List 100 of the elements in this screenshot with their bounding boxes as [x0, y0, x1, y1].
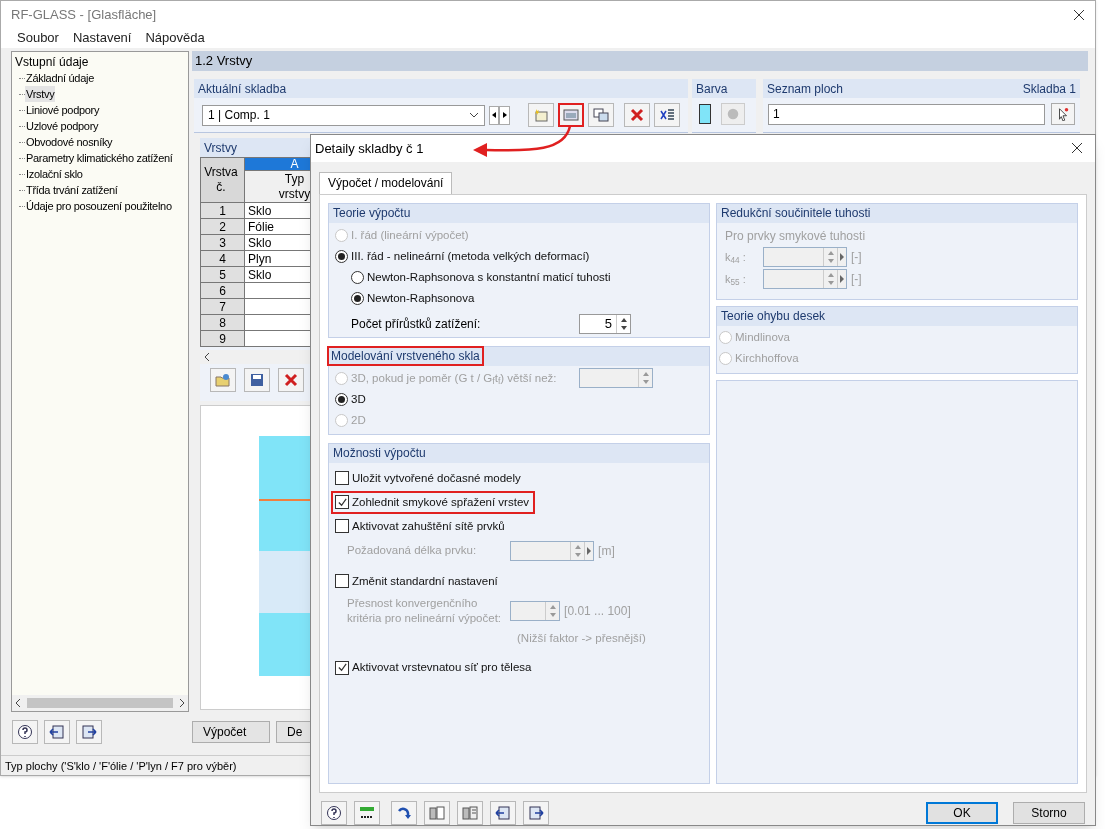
import-button[interactable]	[424, 801, 450, 825]
radio-button[interactable]	[351, 270, 364, 284]
tree-item[interactable]: Parametry klimatického zatížení	[25, 149, 174, 167]
copy-button[interactable]	[588, 103, 614, 127]
field-label: Počet přírůstků zatížení:	[351, 315, 481, 333]
units-button[interactable]	[354, 801, 380, 825]
checkbox[interactable]	[335, 471, 349, 486]
cancel-button[interactable]: Storno	[1013, 802, 1085, 824]
delete-icon	[283, 372, 299, 388]
field-label: k$_{44}$ :	[725, 249, 747, 266]
tab[interactable]: Výpočet / modelování	[319, 171, 453, 194]
radio-label: Kirchhoffova	[735, 350, 799, 366]
checkbox-label: Uložit vytvořené dočasné modely	[352, 470, 521, 486]
delete-button[interactable]	[278, 368, 304, 392]
ruler-icon	[359, 805, 375, 821]
pick-button[interactable]	[1051, 103, 1075, 125]
spinner-field[interactable]	[763, 268, 847, 289]
radio-label: 2D	[351, 412, 366, 428]
document-right-icon	[462, 805, 478, 821]
document-left-icon	[429, 805, 445, 821]
tree-item[interactable]: Vrstvy	[25, 85, 56, 103]
dropdown-field[interactable]: 1 | Comp. 1	[202, 104, 485, 126]
tree-item[interactable]: Izolační sklo	[25, 165, 84, 183]
dialog-title: Detaily skladby č 1	[315, 139, 424, 158]
play-arrow-icon	[837, 269, 846, 288]
spin-arrows-icon	[616, 314, 630, 333]
radio-label: III. řád - nelineární (metoda velkých deformací)	[351, 248, 590, 264]
help-button[interactable]	[12, 720, 38, 744]
group-title: Barva	[696, 80, 728, 98]
field-label: k$_{55}$ :	[725, 271, 747, 288]
checkbox[interactable]	[335, 660, 349, 675]
horizontal-scrollbar[interactable]	[12, 695, 188, 711]
scroll-left-icon[interactable]	[15, 699, 21, 707]
composition-tag: Skladba 1	[1022, 79, 1076, 98]
menu-item[interactable]: Nastavení	[72, 28, 132, 48]
list-icon	[659, 107, 675, 123]
chevron-down-icon	[468, 112, 479, 118]
action-button[interactable]: Výpočet	[192, 721, 270, 743]
surface-list-field[interactable]: 1	[768, 103, 1045, 125]
radio-button[interactable]	[335, 392, 348, 406]
checkbox[interactable]	[335, 495, 349, 510]
close-icon[interactable]	[1071, 142, 1083, 155]
spin-arrows-icon	[823, 247, 837, 266]
help-icon	[17, 724, 33, 740]
checkbox[interactable]	[335, 574, 349, 589]
tree-item[interactable]: Obvodové nosníky	[25, 133, 114, 151]
dropdown-value: 1 | Comp. 1	[208, 107, 270, 124]
triangle-right-icon	[502, 112, 507, 118]
open-button[interactable]	[210, 368, 236, 392]
group-title: Teorie ohybu desek	[721, 308, 826, 326]
list-button[interactable]	[654, 103, 680, 127]
radio-button[interactable]	[335, 249, 348, 263]
color-swatch[interactable]	[699, 104, 711, 124]
save-icon	[249, 372, 265, 388]
tree-item[interactable]: Uzlové podpory	[25, 117, 100, 135]
save-button[interactable]	[244, 368, 270, 392]
tree-item[interactable]: Vstupní údaje	[15, 54, 188, 70]
radio-button[interactable]	[351, 291, 364, 305]
radio-label: Mindlinova	[735, 329, 790, 345]
hint-text: (Nižší faktor -> přesnější)	[517, 630, 647, 646]
spinner-field[interactable]	[510, 600, 561, 621]
help-button[interactable]	[321, 801, 347, 825]
scroll-right-icon[interactable]	[179, 699, 185, 707]
scroll-left-icon[interactable]	[204, 353, 210, 361]
details-button[interactable]	[558, 103, 584, 127]
spinner-field[interactable]	[510, 540, 595, 561]
group-title: Modelování vrstveného skla	[327, 346, 484, 367]
tree-item[interactable]: Liniové podpory	[25, 101, 101, 119]
tree-item[interactable]: Údaje pro posouzení použitelno	[25, 197, 173, 215]
spinner-value: 5	[603, 314, 613, 333]
field-label: Požadovaná délka prvku:	[347, 543, 478, 559]
arrow-button[interactable]	[391, 801, 417, 825]
radio-label: Newton-Raphsonova	[367, 290, 475, 306]
spinner-field[interactable]	[763, 246, 847, 267]
previous-button[interactable]	[488, 105, 500, 125]
column-header: Vrstva č.	[203, 165, 239, 195]
window-icon	[563, 107, 579, 123]
close-icon[interactable]	[1073, 8, 1085, 21]
tree-item[interactable]: Základní údaje	[25, 69, 95, 87]
radio-label: 3D, pokud je poměr (G t / G$_{f}$t$_{f}$) větší než:	[351, 370, 557, 388]
checkbox-label: Aktivovat zahuštění sítě prvků	[352, 518, 505, 534]
unit-label: [-]	[851, 248, 862, 266]
menu-item[interactable]: Nápověda	[145, 28, 205, 48]
checkbox[interactable]	[335, 519, 349, 534]
spin-arrows-icon	[823, 269, 837, 288]
copy-icon	[593, 107, 609, 123]
radio-label: 3D	[351, 391, 366, 407]
delete-icon	[629, 107, 645, 123]
delete-button[interactable]	[624, 103, 650, 127]
group-title: Možnosti výpočtu	[333, 445, 426, 463]
export-button[interactable]	[457, 801, 483, 825]
spinner-field[interactable]: 5	[579, 313, 631, 334]
new-icon	[533, 107, 549, 123]
menu-item[interactable]: Soubor	[17, 28, 59, 48]
unit-label: [-]	[851, 270, 862, 288]
checkbox-label: Změnit standardní nastavení	[352, 573, 498, 589]
unit-label: [m]	[598, 542, 615, 560]
ok-button[interactable]: OK	[926, 802, 998, 824]
tree-item[interactable]: Třída trvání zatížení	[25, 181, 119, 199]
next-button[interactable]	[499, 105, 510, 125]
